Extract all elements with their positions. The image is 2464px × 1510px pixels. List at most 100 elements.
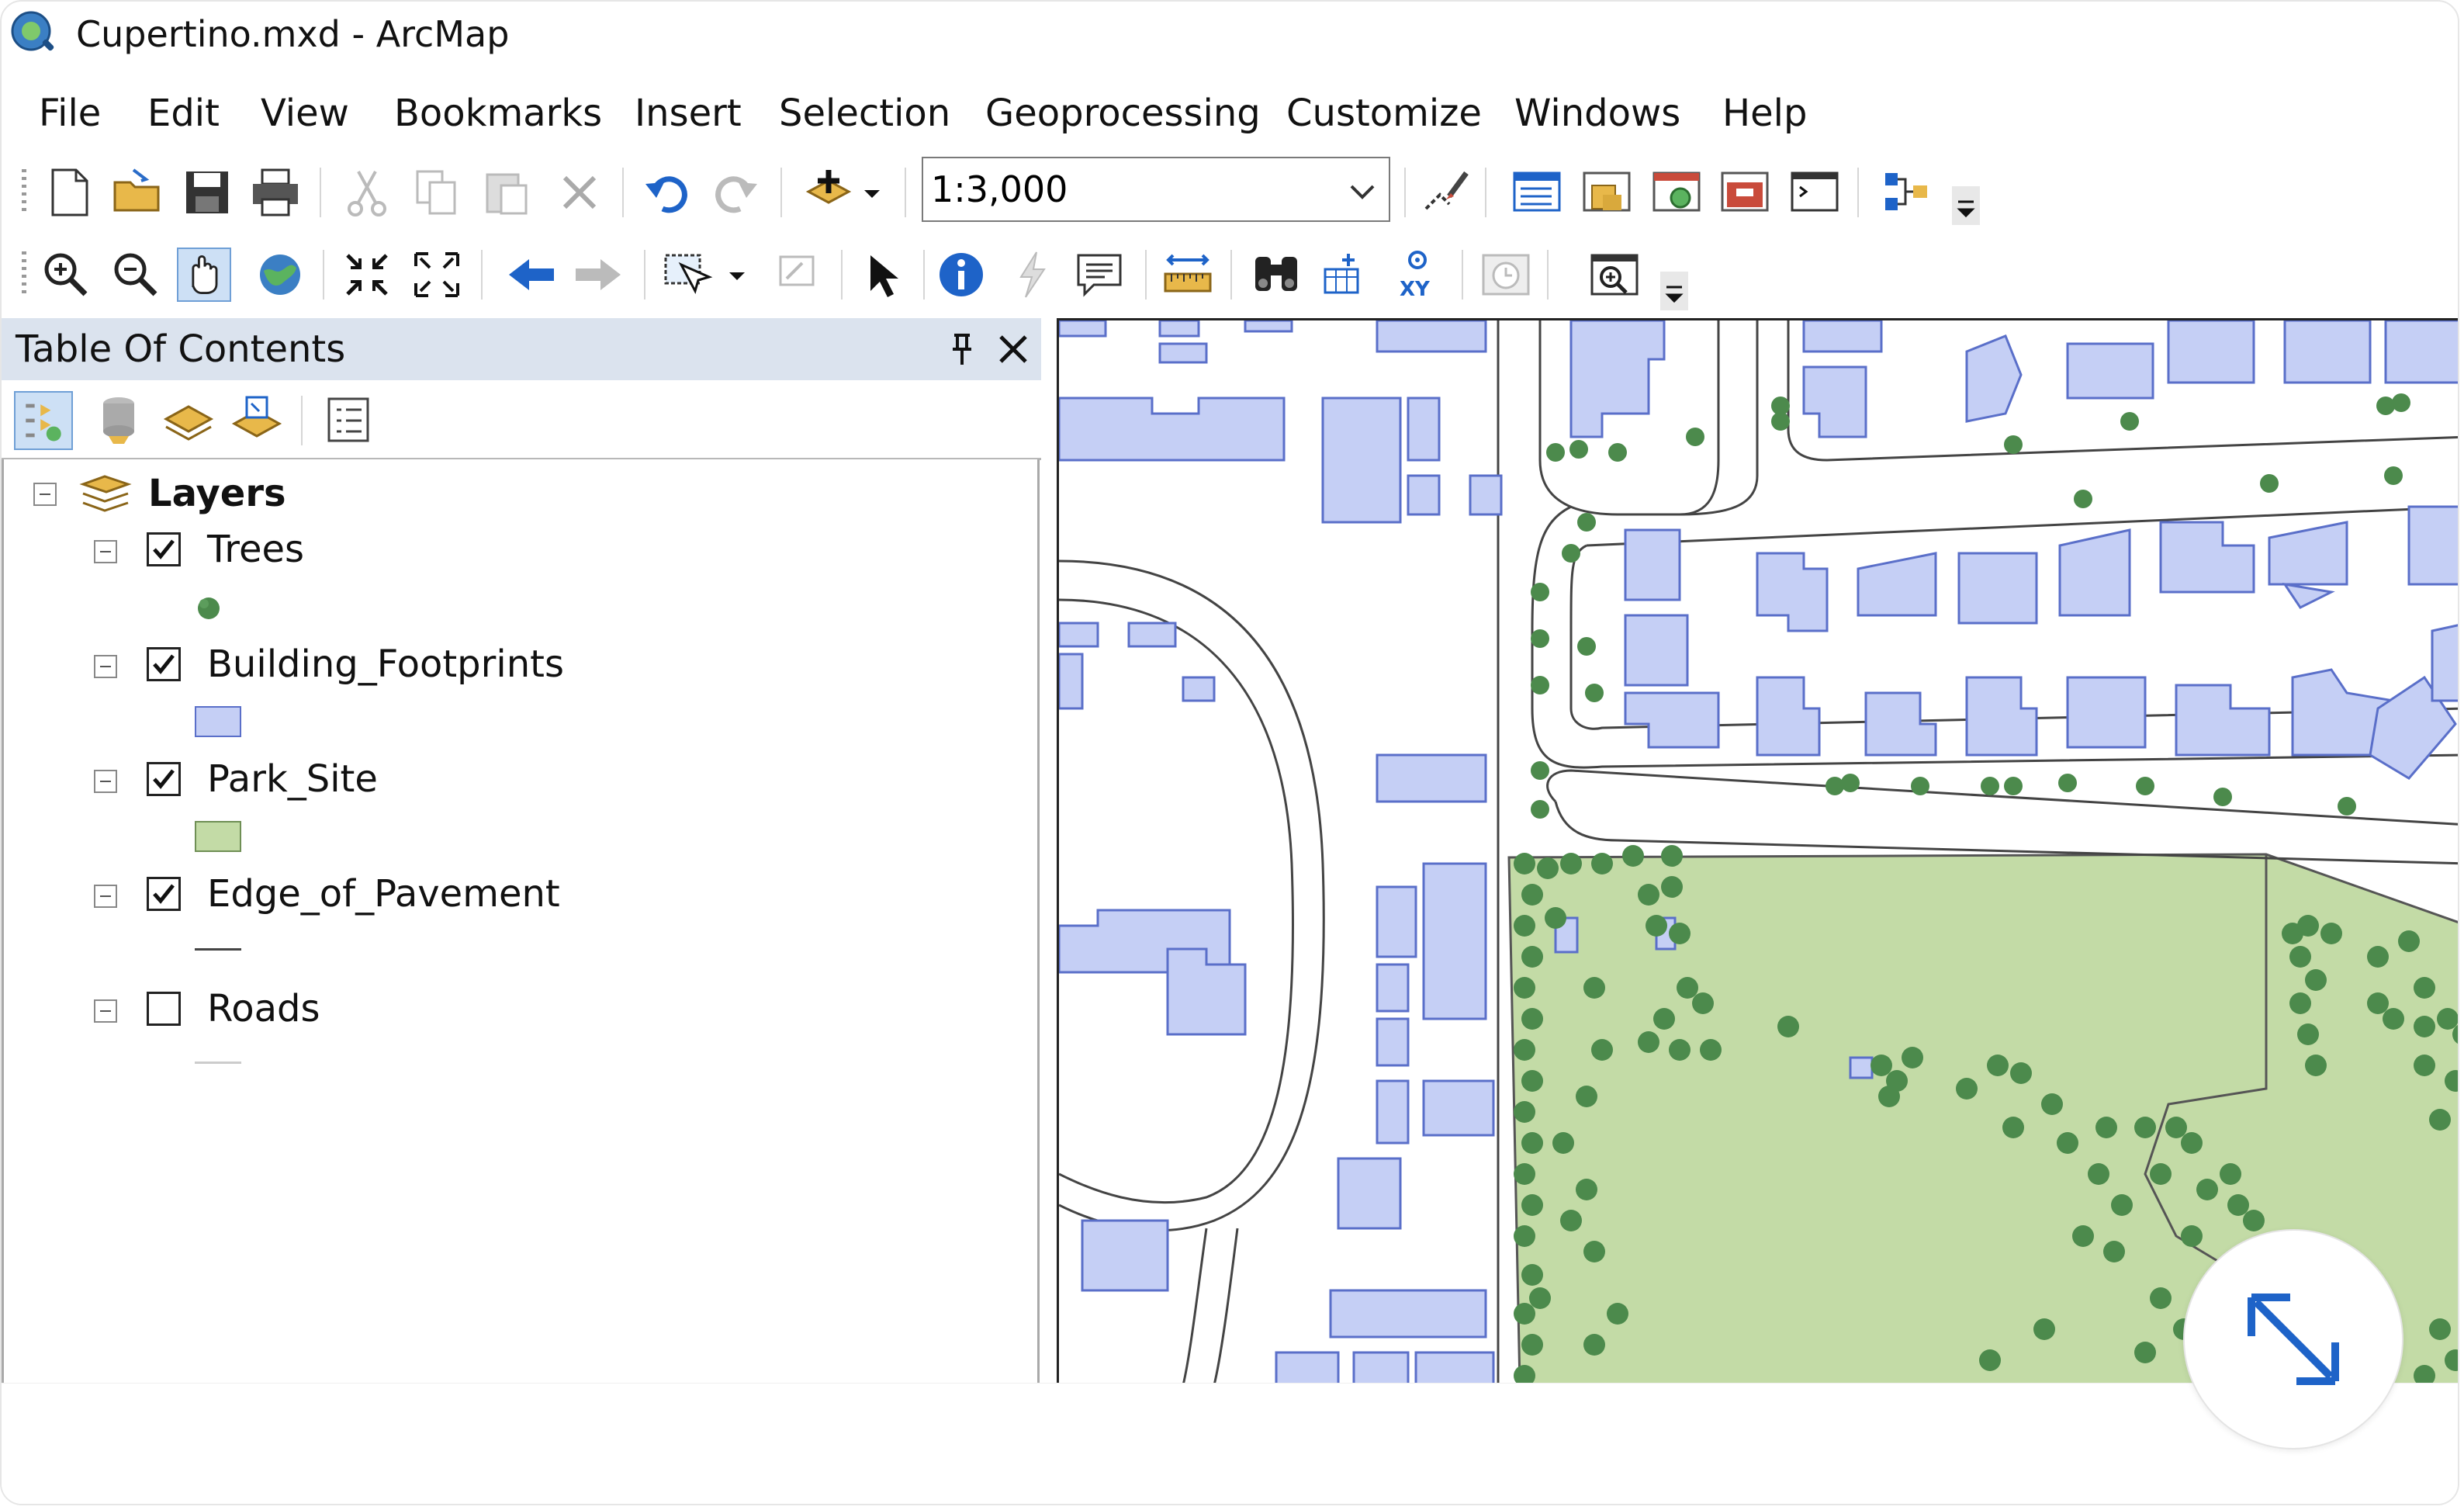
- toolbar-separator: [1230, 250, 1232, 300]
- toolbar-grip[interactable]: [22, 251, 26, 298]
- layer-name-park-site[interactable]: Park_Site: [207, 756, 378, 802]
- toolbar-separator: [301, 396, 303, 445]
- cut-icon[interactable]: [340, 165, 394, 220]
- select-elements-icon[interactable]: [855, 248, 909, 302]
- layers-root-label[interactable]: Layers: [148, 470, 286, 517]
- menu-bookmarks[interactable]: Bookmarks: [394, 82, 602, 144]
- layer-visibility-checkbox-roads[interactable]: [147, 992, 181, 1026]
- layer-visibility-checkbox-park-site[interactable]: [147, 762, 181, 796]
- toolbar-separator: [320, 168, 321, 217]
- find-icon[interactable]: [1249, 248, 1303, 302]
- map-canvas[interactable]: [1059, 320, 2459, 1383]
- python-window-icon[interactable]: [1787, 165, 1842, 220]
- toolbar-separator: [644, 250, 645, 300]
- park-polygon-symbol: [195, 821, 241, 852]
- toc-header: Table Of Contents: [2, 318, 1041, 380]
- model-builder-icon[interactable]: [1879, 165, 1933, 220]
- pan-hand-icon[interactable]: [177, 248, 231, 302]
- pin-icon[interactable]: [942, 329, 982, 369]
- expand-arrows-icon: [2248, 1294, 2339, 1385]
- layer-collapse-toggle[interactable]: [94, 655, 117, 678]
- expand-button[interactable]: [2183, 1229, 2403, 1449]
- toolbar-separator: [1857, 168, 1859, 217]
- full-extent-icon[interactable]: [253, 248, 307, 302]
- toolbar-separator: [905, 168, 906, 217]
- pavement-edge-line: [1213, 1228, 1239, 1383]
- go-to-xy-icon[interactable]: XY: [1390, 248, 1445, 302]
- toolbar-separator: [1404, 168, 1406, 217]
- menu-view[interactable]: View: [261, 82, 349, 144]
- map-scale-combobox[interactable]: 1:3,000: [922, 157, 1390, 222]
- html-popup-icon[interactable]: [1072, 248, 1126, 302]
- select-features-icon[interactable]: [661, 248, 715, 302]
- layer-name-edge-of-pavement[interactable]: Edge_of_Pavement: [207, 871, 560, 917]
- arctoolbox-icon[interactable]: [1718, 165, 1772, 220]
- layer-name-building-footprints[interactable]: Building_Footprints: [207, 641, 564, 687]
- layer-visibility-checkbox-trees[interactable]: [147, 532, 181, 566]
- copy-icon[interactable]: [410, 165, 464, 220]
- new-document-icon[interactable]: [42, 165, 96, 220]
- paste-icon[interactable]: [479, 165, 534, 220]
- zoom-out-icon[interactable]: [109, 248, 163, 302]
- list-by-source-icon[interactable]: [92, 393, 146, 447]
- menu-insert[interactable]: Insert: [635, 82, 742, 144]
- menu-edit[interactable]: Edit: [147, 82, 220, 144]
- delete-icon[interactable]: [552, 165, 607, 220]
- toolbar-separator: [1145, 250, 1147, 300]
- map-display[interactable]: [1057, 318, 2459, 1383]
- toolbar-separator: [1462, 250, 1463, 300]
- list-by-drawing-order-icon[interactable]: [14, 391, 73, 450]
- back-arrow-icon[interactable]: [504, 248, 559, 302]
- menu-selection[interactable]: Selection: [779, 82, 950, 144]
- print-icon[interactable]: [248, 165, 303, 220]
- menu-geoprocessing[interactable]: Geoprocessing: [985, 82, 1261, 144]
- list-by-selection-icon[interactable]: [230, 393, 284, 447]
- measure-icon[interactable]: [1161, 248, 1215, 302]
- menu-customize[interactable]: Customize: [1286, 82, 1482, 144]
- editor-toolbar-icon[interactable]: [1418, 165, 1473, 220]
- layer-visibility-checkbox-edge-of-pavement[interactable]: [147, 877, 181, 911]
- toolbar-separator: [780, 168, 782, 217]
- menu-windows[interactable]: Windows: [1514, 82, 1680, 144]
- fixed-zoom-in-icon[interactable]: [340, 248, 394, 302]
- layer-visibility-checkbox-building-footprints[interactable]: [147, 647, 181, 681]
- layer-name-roads[interactable]: Roads: [207, 985, 320, 1032]
- menu-bar: File Edit View Bookmarks Insert Selectio…: [2, 82, 2458, 144]
- footer-strip: [2, 1383, 2458, 1504]
- list-by-visibility-icon[interactable]: [161, 393, 216, 447]
- toolbar-grip[interactable]: [22, 169, 26, 216]
- add-data-icon[interactable]: [801, 165, 855, 220]
- catalog-window-icon[interactable]: [1580, 165, 1634, 220]
- find-route-icon[interactable]: [1317, 248, 1372, 302]
- clear-selection-icon[interactable]: [770, 248, 824, 302]
- chevron-down-icon[interactable]: [1347, 175, 1378, 206]
- toolbar-options-icon[interactable]: [1952, 186, 1980, 225]
- undo-icon[interactable]: [639, 165, 694, 220]
- create-viewer-window-icon[interactable]: [1587, 248, 1642, 302]
- zoom-in-icon[interactable]: [39, 248, 93, 302]
- save-icon[interactable]: [180, 165, 234, 220]
- layer-collapse-toggle[interactable]: [94, 540, 117, 563]
- redo-icon[interactable]: [709, 165, 763, 220]
- identify-icon[interactable]: [934, 248, 988, 302]
- close-icon[interactable]: [993, 329, 1033, 369]
- toolbar-options-icon[interactable]: [1660, 272, 1688, 310]
- layer-collapse-toggle[interactable]: [94, 770, 117, 793]
- layer-name-trees[interactable]: Trees: [207, 526, 304, 573]
- menu-file[interactable]: File: [39, 82, 101, 144]
- pavement-edge-line: [1059, 598, 1294, 1203]
- layers-collapse-toggle[interactable]: [33, 483, 57, 506]
- layer-collapse-toggle[interactable]: [94, 885, 117, 908]
- fixed-zoom-out-icon[interactable]: [410, 248, 464, 302]
- table-of-contents-icon[interactable]: [1510, 165, 1564, 220]
- layer-collapse-toggle[interactable]: [94, 999, 117, 1023]
- options-list-icon[interactable]: [321, 393, 375, 447]
- hyperlink-icon[interactable]: [1005, 248, 1060, 302]
- forward-arrow-icon[interactable]: [571, 248, 625, 302]
- chevron-down-icon[interactable]: [723, 248, 751, 302]
- search-window-icon[interactable]: [1649, 165, 1704, 220]
- time-slider-icon[interactable]: [1479, 248, 1533, 302]
- chevron-down-icon[interactable]: [857, 165, 888, 220]
- menu-help[interactable]: Help: [1722, 82, 1807, 144]
- open-folder-icon[interactable]: [110, 165, 164, 220]
